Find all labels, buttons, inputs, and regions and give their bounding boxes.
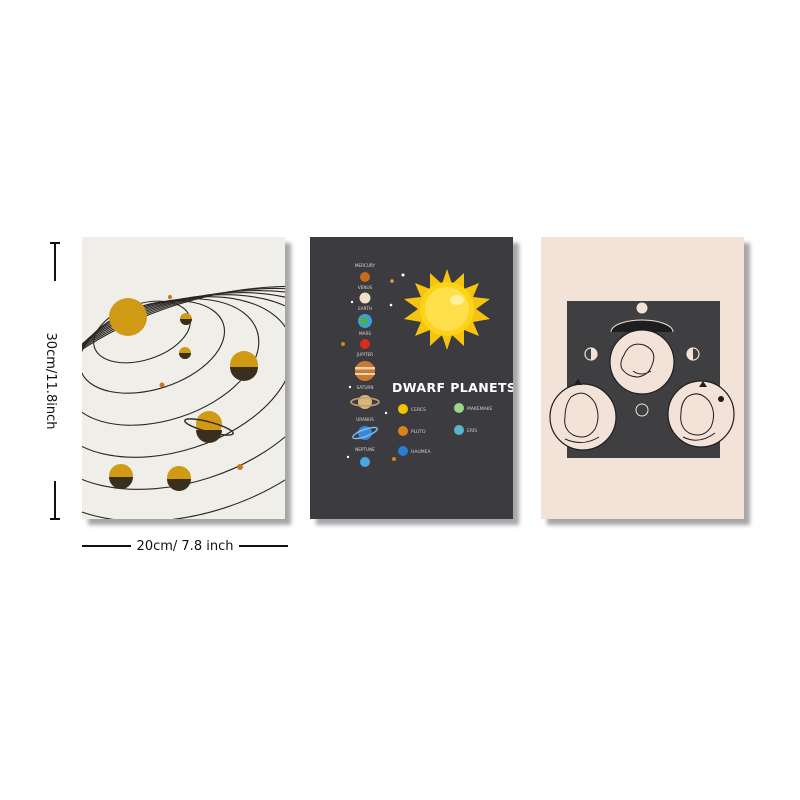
poster-solar-system [82, 237, 285, 519]
poster-moon-figures [541, 237, 744, 519]
planet-label-uranus: URANUS [356, 417, 374, 422]
moon-figure-left [549, 383, 617, 451]
dwarf-planets-illustration: MERCURY VENUS EARTH MARS JUPITER SATURN … [341, 263, 513, 467]
mercury-shape [360, 272, 370, 282]
dimension-line-right [239, 545, 289, 547]
dwarf-label-makemake: MAKEMAKE [467, 406, 493, 412]
venus-shape [359, 292, 371, 304]
sun-shape [404, 269, 490, 350]
saturn-shape [358, 395, 372, 409]
moon-figure-right [667, 380, 735, 448]
planet-label-neptune: NEPTUNE [355, 447, 375, 452]
solar-system-illustration [82, 285, 285, 519]
planet-label-jupiter: JUPITER [356, 352, 373, 357]
ceres-shape [398, 404, 408, 414]
width-label: 20cm/ 7.8 inch [136, 538, 234, 554]
sun-shape [109, 298, 147, 336]
neptune-shape [360, 457, 370, 467]
planet-label-mercury: MERCURY [355, 263, 376, 268]
moon-figures-illustration [549, 301, 735, 458]
height-label: 30cm/11.8inch [38, 281, 58, 481]
poster-dwarf-planets: MERCURY VENUS EARTH MARS JUPITER SATURN … [310, 237, 513, 519]
dwarf-label-ceres: CERES [411, 407, 426, 413]
planet-label-earth: EARTH [358, 306, 372, 311]
planet-label-venus: VENUS [358, 285, 373, 290]
haumea-shape [398, 446, 408, 456]
dimension-line-left [82, 545, 131, 547]
jupiter-shape [355, 361, 375, 381]
dwarf-label-haumea: HAUMEA [411, 449, 431, 455]
dwarf-planets-title: DWARF PLANETS [392, 380, 513, 395]
dimension-cap-bottom [50, 518, 60, 520]
dwarf-label-eris: ERIS [467, 428, 477, 434]
mars-shape [360, 339, 370, 349]
pluto-shape [398, 426, 408, 436]
eris-shape [454, 425, 464, 435]
moon-figure-top [609, 329, 675, 395]
planet-label-saturn: SATURN [357, 385, 374, 390]
makemake-shape [454, 403, 464, 413]
planet-label-mars: MARS [359, 331, 371, 336]
width-dimension: 20cm/ 7.8 inch [82, 536, 289, 556]
dwarf-label-pluto: PLUTO [411, 429, 426, 435]
